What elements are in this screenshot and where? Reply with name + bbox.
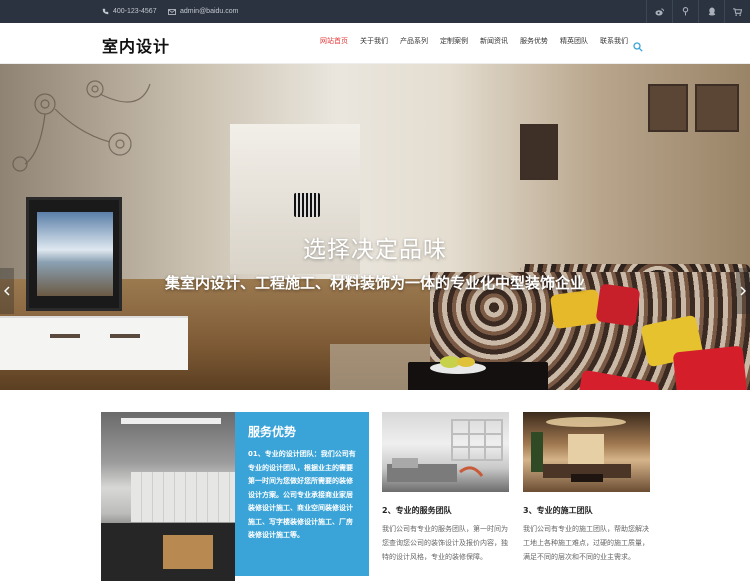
pillow — [549, 288, 603, 330]
fruit-bowl — [430, 356, 486, 374]
chevron-right-icon — [740, 286, 746, 296]
tv-cabinet — [0, 316, 188, 370]
pendant-lamp — [294, 193, 320, 217]
slide-title: 选择决定品味 — [303, 237, 447, 263]
phone-icon — [102, 8, 109, 15]
section-text: 01、专业的设计团队：我们公司有专业的设计团队，根据业主的需要第一时间为您做好您… — [248, 450, 356, 539]
wall-frame — [520, 124, 558, 180]
slide-subtitle: 集室内设计、工程施工、材料装饰为一体的专业化中型装饰企业 — [164, 274, 585, 292]
email-contact: admin@baidu.com — [168, 0, 238, 23]
section-title: 服务优势 — [248, 425, 297, 439]
weibo-icon[interactable] — [646, 0, 672, 23]
qq-icon[interactable] — [698, 0, 724, 23]
nav-item-home[interactable]: 网站首页 — [320, 36, 348, 46]
nav-item-team[interactable]: 精英团队 — [560, 36, 588, 46]
phone-contact: 400-123-4567 — [102, 0, 157, 23]
site-header: 室内设计 网站首页 关于我们 产品系列 定制案例 新闻资讯 服务优势 精英团队 … — [0, 23, 750, 64]
top-bar: 400-123-4567 admin@baidu.com — [0, 0, 750, 23]
card-title: 2、专业的服务团队 — [382, 506, 452, 515]
social-links — [646, 0, 750, 23]
card-text: 我们公司有专业的施工团队，帮助您解决工地上各种施工难点，过硬的施工质量，满足不同… — [523, 526, 649, 561]
nav-item-services[interactable]: 服务优势 — [520, 36, 548, 46]
nav-item-contact[interactable]: 联系我们 — [600, 36, 628, 46]
kitchen-image — [101, 412, 235, 581]
pillow — [672, 345, 748, 390]
card-title: 3、专业的施工团队 — [523, 506, 593, 515]
service-card[interactable]: 2、专业的服务团队 我们公司有专业的服务团队，第一时间为您查询您公司的装饰设计及… — [382, 412, 509, 565]
lounge-image — [523, 412, 650, 492]
cart-icon[interactable] — [724, 0, 750, 23]
services-section: 服务优势 01、专业的设计团队：我们公司有专业的设计团队，根据业主的需要第一时间… — [0, 390, 750, 581]
mail-icon — [168, 8, 176, 15]
qzone-icon[interactable] — [672, 0, 698, 23]
living-room-image — [382, 412, 509, 492]
email-address[interactable]: admin@baidu.com — [180, 8, 238, 15]
slider-prev-button[interactable] — [0, 268, 14, 314]
floral-wall-pattern — [12, 80, 151, 172]
slider-next-button[interactable] — [736, 268, 750, 314]
card-text: 我们公司有专业的服务团队，第一时间为您查询您公司的装饰设计及报价内容，独特的设计… — [382, 526, 508, 561]
site-logo[interactable]: 室内设计 — [102, 33, 170, 57]
nav-item-news[interactable]: 新闻资讯 — [480, 36, 508, 46]
nav-item-products[interactable]: 产品系列 — [400, 36, 428, 46]
hero-banner: 选择决定品味 集室内设计、工程施工、材料装饰为一体的专业化中型装饰企业 — [0, 64, 750, 390]
service-advantage-panel: 服务优势 01、专业的设计团队：我们公司有专业的设计团队，根据业主的需要第一时间… — [235, 412, 369, 576]
search-icon[interactable] — [633, 37, 643, 56]
wall-frame — [648, 84, 688, 132]
wall-frame — [695, 84, 739, 132]
service-card[interactable]: 3、专业的施工团队 我们公司有专业的施工团队，帮助您解决工地上各种施工难点，过硬… — [523, 412, 650, 565]
nav-item-cases[interactable]: 定制案例 — [440, 36, 468, 46]
main-nav: 网站首页 关于我们 产品系列 定制案例 新闻资讯 服务优势 精英团队 联系我们 — [320, 36, 640, 46]
nav-item-about[interactable]: 关于我们 — [360, 36, 388, 46]
chevron-left-icon — [4, 286, 10, 296]
phone-number: 400-123-4567 — [113, 8, 157, 15]
